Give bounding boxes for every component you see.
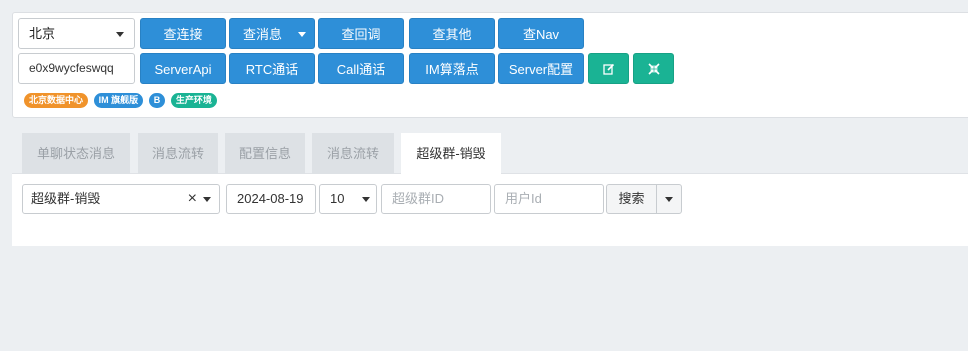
query-message-button[interactable]: 查消息 xyxy=(229,18,315,49)
server-config-button[interactable]: Server配置 xyxy=(498,53,584,84)
id-input[interactable]: e0x9wycfeswqq xyxy=(18,53,135,84)
search-button[interactable]: 搜索 xyxy=(606,184,657,214)
chevron-down-icon xyxy=(203,197,211,202)
call-button[interactable]: Call通话 xyxy=(318,53,404,84)
query-message-label: 查消息 xyxy=(243,27,283,42)
tab-message-flow[interactable]: 消息流转 xyxy=(138,133,218,174)
tab-private-status-message[interactable]: 单聊状态消息 xyxy=(22,133,130,174)
search-dropdown-toggle[interactable] xyxy=(656,184,682,214)
group-id-input[interactable]: 超级群ID xyxy=(381,184,491,214)
server-api-button[interactable]: ServerApi xyxy=(140,53,226,84)
compress-button[interactable] xyxy=(633,53,674,84)
tab-bar: 单聊状态消息 消息流转 配置信息 消息流转 超级群-销毁 xyxy=(12,127,968,175)
tab-message-flow-2[interactable]: 消息流转 xyxy=(312,133,394,174)
query-callback-button[interactable]: 查回调 xyxy=(318,18,404,49)
edit-icon xyxy=(602,63,614,75)
query-type-select[interactable]: 超级群-销毁 × xyxy=(22,184,220,214)
region-select-value: 北京 xyxy=(29,26,56,41)
status-badges: 北京数据中心 IM 旗舰版 B 生产环境 xyxy=(24,93,219,108)
count-select-value: 10 xyxy=(330,191,345,206)
environment-badge: 生产环境 xyxy=(170,93,217,108)
results-panel: 单聊状态消息 消息流转 配置信息 消息流转 超级群-销毁 超级群-销毁 × 20… xyxy=(12,127,968,246)
datacenter-badge: 北京数据中心 xyxy=(24,93,89,108)
region-select[interactable]: 北京 xyxy=(18,18,135,49)
tier-badge: B xyxy=(148,93,166,108)
compress-icon xyxy=(647,62,660,75)
clear-icon[interactable]: × xyxy=(188,185,197,213)
chevron-down-icon xyxy=(665,197,673,202)
rtc-call-button[interactable]: RTC通话 xyxy=(229,53,315,84)
tab-config-info[interactable]: 配置信息 xyxy=(225,133,305,174)
date-field[interactable]: 2024-08-19 xyxy=(226,184,316,214)
count-select[interactable]: 10 xyxy=(319,184,377,214)
tab-ultra-group-destroy[interactable]: 超级群-销毁 xyxy=(401,133,501,175)
im-landing-button[interactable]: IM算落点 xyxy=(409,53,495,84)
query-type-value: 超级群-销毁 xyxy=(31,191,101,206)
query-other-button[interactable]: 查其他 xyxy=(409,18,495,49)
edition-badge: IM 旗舰版 xyxy=(93,93,144,108)
chevron-down-icon xyxy=(298,32,306,37)
chevron-down-icon xyxy=(116,32,124,37)
edit-button[interactable] xyxy=(588,53,629,84)
chevron-down-icon xyxy=(362,197,370,202)
user-id-input[interactable]: 用户Id xyxy=(494,184,604,214)
query-toolbar-panel: 北京 查连接 查消息 查回调 查其他 查Nav e0x9wycfeswqq Se… xyxy=(12,12,968,118)
query-nav-button[interactable]: 查Nav xyxy=(498,18,584,49)
query-connection-button[interactable]: 查连接 xyxy=(140,18,226,49)
